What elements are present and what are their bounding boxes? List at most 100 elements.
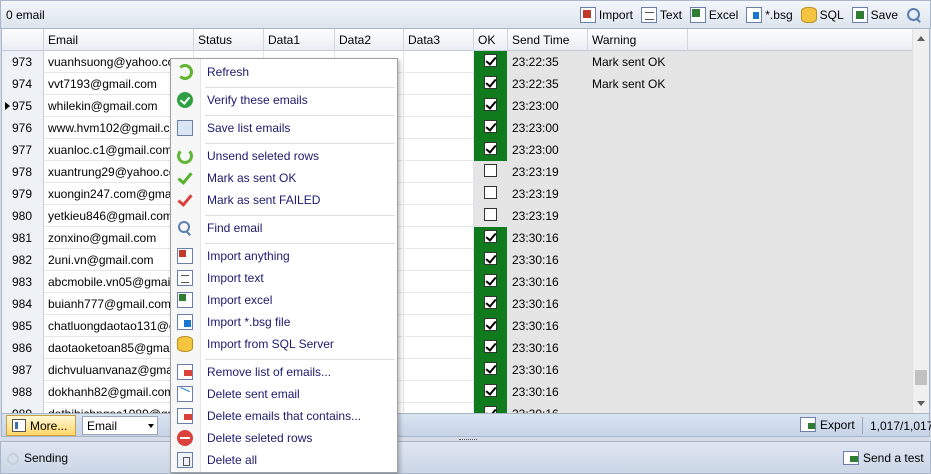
warning-cell[interactable] xyxy=(588,95,688,117)
send-time-cell[interactable]: 23:23:19 xyxy=(508,161,588,183)
header-data1[interactable]: Data1 xyxy=(264,29,335,51)
send-time-cell[interactable]: 23:30:16 xyxy=(508,337,588,359)
row-number[interactable]: 988 xyxy=(2,381,44,403)
sql-button[interactable]: SQL xyxy=(797,4,848,26)
menu-item-import-bsg[interactable]: Import *.bsg file xyxy=(171,311,397,333)
ok-cell[interactable] xyxy=(474,293,508,315)
menu-item-delete-contains[interactable]: Delete emails that contains... xyxy=(171,405,397,427)
import-button[interactable]: Import xyxy=(576,4,637,26)
data3-cell[interactable] xyxy=(404,293,474,315)
send-time-cell[interactable]: 23:23:19 xyxy=(508,183,588,205)
warning-cell[interactable] xyxy=(588,315,688,337)
menu-item-delete-sent[interactable]: Delete sent email xyxy=(171,383,397,405)
ok-cell[interactable] xyxy=(474,51,508,73)
data3-cell[interactable] xyxy=(404,205,474,227)
warning-cell[interactable] xyxy=(588,337,688,359)
table-row[interactable]: 986 daotaoketoan85@gmail.com 23:30:16 xyxy=(2,337,914,359)
header-send-time[interactable]: Send Time xyxy=(508,29,588,51)
send-time-cell[interactable]: 23:23:00 xyxy=(508,139,588,161)
row-number[interactable]: 980 xyxy=(2,205,44,227)
ok-checkbox[interactable] xyxy=(484,54,497,67)
send-time-cell[interactable]: 23:30:16 xyxy=(508,403,588,413)
menu-item-import-anything[interactable]: Import anything xyxy=(171,245,397,267)
warning-cell[interactable] xyxy=(588,139,688,161)
data3-cell[interactable] xyxy=(404,117,474,139)
ok-cell[interactable] xyxy=(474,73,508,95)
send-time-cell[interactable]: 23:23:00 xyxy=(508,117,588,139)
table-row[interactable]: 988 dokhanh82@gmail.com 23:30:16 xyxy=(2,381,914,403)
vertical-scrollbar[interactable] xyxy=(912,29,929,413)
ok-cell[interactable] xyxy=(474,183,508,205)
scroll-up-icon[interactable] xyxy=(917,36,925,41)
header-ok[interactable]: OK xyxy=(474,29,508,51)
table-row[interactable]: 983 abcmobile.vn05@gmail.com 23:30:16 xyxy=(2,271,914,293)
row-number[interactable]: 989 xyxy=(2,403,44,413)
send-time-cell[interactable]: 23:30:16 xyxy=(508,227,588,249)
bsg-button[interactable]: *.bsg xyxy=(742,4,796,26)
table-row[interactable]: 982 2uni.vn@gmail.com 23:30:16 xyxy=(2,249,914,271)
send-time-cell[interactable]: 23:30:16 xyxy=(508,293,588,315)
ok-checkbox[interactable] xyxy=(484,76,497,89)
row-number[interactable]: 986 xyxy=(2,337,44,359)
ok-cell[interactable] xyxy=(474,205,508,227)
ok-checkbox[interactable] xyxy=(484,120,497,133)
menu-item-import-excel[interactable]: Import excel xyxy=(171,289,397,311)
column-select[interactable]: Email xyxy=(82,416,158,435)
data3-cell[interactable] xyxy=(404,249,474,271)
row-number[interactable]: 978 xyxy=(2,161,44,183)
data3-cell[interactable] xyxy=(404,381,474,403)
table-row[interactable]: 979 xuongin247.com@gmail.com 23:23:19 xyxy=(2,183,914,205)
row-number[interactable]: 973 xyxy=(2,51,44,73)
send-test-button[interactable]: Send a test xyxy=(843,451,924,465)
table-row[interactable]: 985chatluongdaotao131@gmail.com23:30:16 xyxy=(2,315,914,337)
ok-checkbox[interactable] xyxy=(484,142,497,155)
scroll-down-icon[interactable] xyxy=(917,401,925,406)
warning-cell[interactable]: Mark sent OK xyxy=(588,73,688,95)
ok-checkbox[interactable] xyxy=(484,186,497,199)
warning-cell[interactable] xyxy=(588,403,688,413)
menu-item-import-sql[interactable]: Import from SQL Server xyxy=(171,333,397,355)
header-status[interactable]: Status xyxy=(194,29,264,51)
header-data3[interactable]: Data3 xyxy=(404,29,474,51)
data3-cell[interactable] xyxy=(404,359,474,381)
more-button[interactable]: More... xyxy=(6,415,76,436)
warning-cell[interactable] xyxy=(588,227,688,249)
ok-cell[interactable] xyxy=(474,227,508,249)
table-row[interactable]: 981 zonxino@gmail.com 23:30:16 xyxy=(2,227,914,249)
menu-item-import-text[interactable]: Import text xyxy=(171,267,397,289)
row-number[interactable]: 974 xyxy=(2,73,44,95)
ok-cell[interactable] xyxy=(474,95,508,117)
table-row[interactable]: 976 www.hvm102@gmail.com 23:23:00 xyxy=(2,117,914,139)
warning-cell[interactable] xyxy=(588,359,688,381)
send-time-cell[interactable]: 23:23:19 xyxy=(508,205,588,227)
send-time-cell[interactable]: 23:22:35 xyxy=(508,51,588,73)
save-button[interactable]: Save xyxy=(848,4,902,26)
export-button[interactable]: Export xyxy=(800,417,855,432)
menu-item-check-red[interactable]: Mark as sent FAILED xyxy=(171,189,397,211)
menu-item-find[interactable]: Find email xyxy=(171,217,397,239)
menu-item-delete-all[interactable]: Delete all xyxy=(171,449,397,471)
table-row[interactable]: 987 dichvuluanvanaz@gmail.com 23:30:16 xyxy=(2,359,914,381)
text-button[interactable]: Text xyxy=(637,4,686,26)
ok-checkbox[interactable] xyxy=(484,362,497,375)
warning-cell[interactable] xyxy=(588,205,688,227)
data3-cell[interactable] xyxy=(404,161,474,183)
ok-checkbox[interactable] xyxy=(484,296,497,309)
row-number[interactable]: 981 xyxy=(2,227,44,249)
menu-item-verify[interactable]: Verify these emails xyxy=(171,89,397,111)
send-time-cell[interactable]: 23:30:16 xyxy=(508,381,588,403)
data3-cell[interactable] xyxy=(404,73,474,95)
sending-button[interactable]: Sending xyxy=(7,451,68,465)
ok-checkbox[interactable] xyxy=(484,164,497,177)
data3-cell[interactable] xyxy=(404,337,474,359)
ok-cell[interactable] xyxy=(474,271,508,293)
warning-cell[interactable] xyxy=(588,183,688,205)
ok-cell[interactable] xyxy=(474,403,508,413)
table-row[interactable]: 984 buianh777@gmail.com 23:30:16 xyxy=(2,293,914,315)
menu-item-remove-list[interactable]: Remove list of emails... xyxy=(171,361,397,383)
warning-cell[interactable] xyxy=(588,293,688,315)
data3-cell[interactable] xyxy=(404,315,474,337)
warning-cell[interactable] xyxy=(588,381,688,403)
table-row[interactable]: 974 vvt7193@gmail.com 23:22:35 Mark sent OK xyxy=(2,73,914,95)
table-row[interactable]: 977 xuanloc.c1@gmail.com 23:23:00 xyxy=(2,139,914,161)
